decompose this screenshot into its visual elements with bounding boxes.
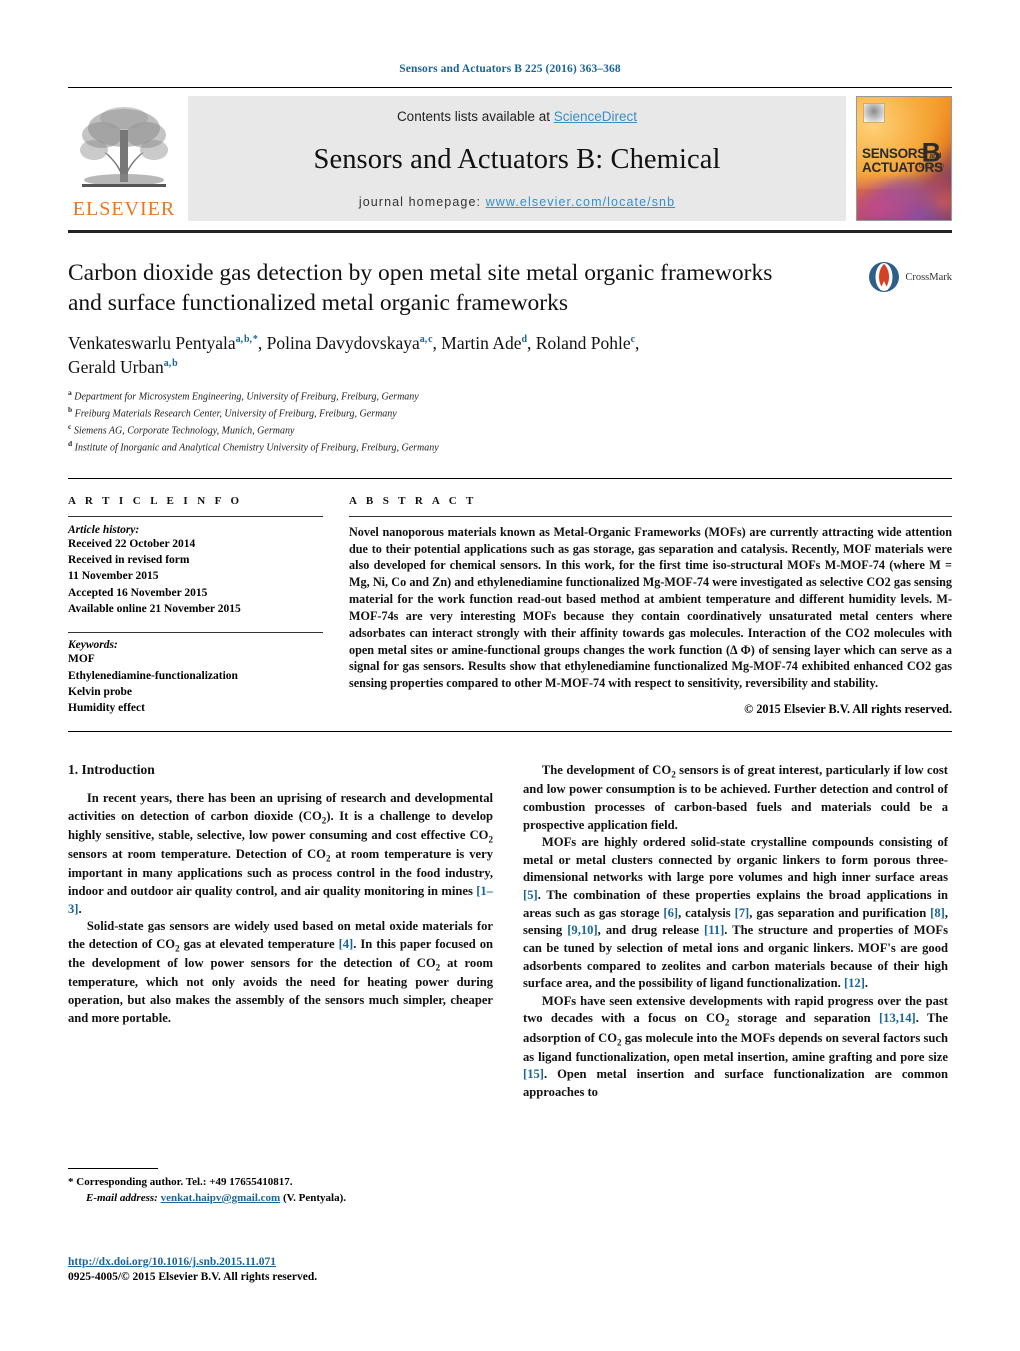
intro-paragraph-4: MOFs are highly ordered solid-state crys…	[523, 835, 948, 991]
cover-letter-sub: Chemical	[918, 163, 944, 170]
affiliation-b: b Freiburg Materials Research Center, Un…	[68, 405, 397, 420]
journal-masthead: ELSEVIER Contents lists available at Sci…	[68, 87, 952, 233]
keywords-label: Keywords:	[68, 639, 118, 652]
issn-copyright-line: 0925-4005/© 2015 Elsevier B.V. All right…	[68, 1271, 318, 1283]
homepage-prefix: journal homepage:	[358, 195, 486, 209]
article-history-block: Article history: Received 22 October 201…	[68, 524, 323, 618]
citation-4[interactable]: [4]	[339, 937, 354, 951]
citation-5[interactable]: [5]	[523, 888, 538, 902]
affiliation-b-text: Freiburg Materials Research Center, Univ…	[74, 408, 397, 420]
info-section-top-rule	[68, 477, 952, 479]
footnote-rule	[68, 1168, 158, 1169]
crossmark-badge[interactable]: CrossMark	[868, 261, 952, 293]
affiliation-d-text: Institute of Inorganic and Analytical Ch…	[74, 442, 439, 454]
abstract-bottom-rule	[68, 731, 952, 733]
author-2: Polina Davydovskayaa, c	[266, 333, 433, 354]
citation-1-3[interactable]: [1–3]	[68, 884, 493, 916]
doi-link[interactable]: http://dx.doi.org/10.1016/j.snb.2015.11.…	[68, 1256, 276, 1268]
keyword-1: MOF	[68, 653, 95, 666]
abstract-rule	[349, 515, 952, 517]
elsevier-wordmark: ELSEVIER	[72, 198, 176, 220]
journal-cover-thumbnail: SENSORS and ACTUATORS B Chemical	[856, 96, 952, 221]
masthead-top-rule	[68, 87, 952, 88]
contents-list-line: Contents lists available at ScienceDirec…	[397, 109, 637, 124]
author-4: Roland Pohlec	[535, 333, 636, 354]
body-left-column: 1. Introduction In recent years, there h…	[68, 762, 493, 1102]
citation-12[interactable]: [12]	[844, 976, 865, 990]
history-revised-date: 11 November 2015	[68, 570, 159, 583]
info-abstract-region: A R T I C L E I N F O Article history: R…	[68, 495, 952, 717]
cover-series-letter: B Chemical	[918, 139, 944, 170]
footnote-star: *	[68, 1176, 74, 1188]
article-info-heading: A R T I C L E I N F O	[68, 494, 243, 507]
footnote-email-line: E-mail address: venkat.haipv@gmail.com (…	[68, 1191, 493, 1207]
footnote-email-link[interactable]: venkat.haipv@gmail.com	[161, 1192, 281, 1204]
keywords-rule	[68, 632, 323, 634]
abstract-column: A B S T R A C T Novel nanoporous materia…	[349, 495, 952, 717]
citation-7[interactable]: [7]	[735, 906, 750, 920]
journal-homepage-line: journal homepage: www.elsevier.com/locat…	[359, 195, 675, 209]
abstract-copyright: © 2015 Elsevier B.V. All rights reserved…	[744, 702, 952, 717]
article-info-rule	[68, 515, 323, 517]
author-list: Venkateswarlu Pentyalaa, b, *, Polina Da…	[68, 333, 640, 377]
section-heading-introduction: 1. Introduction	[68, 762, 155, 778]
cover-elsevier-mark	[863, 103, 885, 123]
author-5: Gerald Urbana, b	[68, 356, 178, 377]
article-title: Carbon dioxide gas detection by open met…	[68, 260, 773, 316]
keyword-3: Kelvin probe	[68, 686, 133, 699]
history-revised-label: Received in revised form	[68, 554, 190, 567]
intro-paragraph-2: Solid-state gas sensors are widely used …	[68, 919, 494, 1025]
affiliation-a-text: Department for Microsystem Engineering, …	[74, 391, 419, 403]
title-block: CrossMark Carbon dioxide gas detection b…	[68, 259, 952, 456]
footnote-email-owner: (V. Pentyala).	[282, 1191, 346, 1204]
article-info-column: A R T I C L E I N F O Article history: R…	[68, 495, 323, 717]
history-online: Available online 21 November 2015	[68, 603, 241, 616]
citation-15[interactable]: [15]	[523, 1067, 544, 1081]
body-right-column: The development of CO2 sensors is of gre…	[523, 762, 948, 1102]
citation-6[interactable]: [6]	[663, 906, 678, 920]
footnote-email-label: E-mail address:	[86, 1191, 158, 1204]
masthead-bottom-rule	[68, 230, 952, 233]
footnote-corresponding: * Corresponding author. Tel.: +49 176554…	[68, 1175, 493, 1191]
intro-paragraph-3: The development of CO2 sensors is of gre…	[523, 763, 948, 832]
footer-doi-block: http://dx.doi.org/10.1016/j.snb.2015.11.…	[68, 1252, 568, 1283]
elsevier-tree-icon	[80, 107, 168, 187]
journal-band: Contents lists available at ScienceDirec…	[188, 96, 846, 221]
affiliation-c-text: Siemens AG, Corporate Technology, Munich…	[73, 425, 295, 437]
journal-title: Sensors and Actuators B: Chemical	[313, 143, 721, 175]
abstract-text: Novel nanoporous materials known as Meta…	[349, 524, 952, 691]
sciencedirect-link[interactable]: ScienceDirect	[554, 109, 637, 124]
article-history-label: Article history:	[68, 523, 140, 536]
footnote-corresponding-text: Corresponding author. Tel.: +49 17655410…	[76, 1176, 293, 1188]
keyword-2: Ethylenediamine-functionalization	[68, 669, 238, 682]
contents-prefix: Contents lists available at	[396, 109, 554, 124]
citation-11[interactable]: [11]	[704, 923, 724, 937]
history-received: Received 22 October 2014	[68, 537, 196, 550]
history-accepted: Accepted 16 November 2015	[68, 586, 208, 599]
affiliation-c: c Siemens AG, Corporate Technology, Muni…	[68, 422, 295, 437]
crossmark-icon	[868, 261, 900, 293]
intro-paragraph-1: In recent years, there has been an upris…	[68, 791, 494, 916]
elsevier-logo: ELSEVIER	[68, 96, 180, 221]
paper-page: Sensors and Actuators B 225 (2016) 363–3…	[0, 0, 1020, 1351]
citation-8[interactable]: [8]	[930, 906, 945, 920]
corresponding-author-footnote: * Corresponding author. Tel.: +49 176554…	[68, 1168, 493, 1207]
keywords-block: Keywords: MOF Ethylenediamine-functional…	[68, 639, 323, 716]
abstract-heading: A B S T R A C T	[349, 494, 477, 507]
citation-13-14[interactable]: [13,14]	[879, 1011, 916, 1025]
intro-paragraph-5: MOFs have seen extensive developments wi…	[523, 993, 948, 1100]
crossmark-label: CrossMark	[905, 271, 952, 283]
journal-homepage-link[interactable]: www.elsevier.com/locate/snb	[486, 195, 676, 209]
affiliation-a: a Department for Microsystem Engineering…	[68, 388, 419, 403]
keyword-4: Humidity effect	[68, 702, 145, 715]
cover-line1: SENSORS	[862, 145, 926, 161]
citation-9-10[interactable]: [9,10]	[567, 923, 597, 937]
affiliation-d: d Institute of Inorganic and Analytical …	[68, 438, 439, 454]
affiliation-list: a Department for Microsystem Engineering…	[68, 388, 952, 455]
body-columns: 1. Introduction In recent years, there h…	[68, 762, 952, 1102]
author-1: Venkateswarlu Pentyalaa, b, *	[68, 333, 258, 354]
author-3: Martin Aded	[441, 333, 528, 354]
running-head: Sensors and Actuators B 225 (2016) 363–3…	[399, 63, 621, 75]
